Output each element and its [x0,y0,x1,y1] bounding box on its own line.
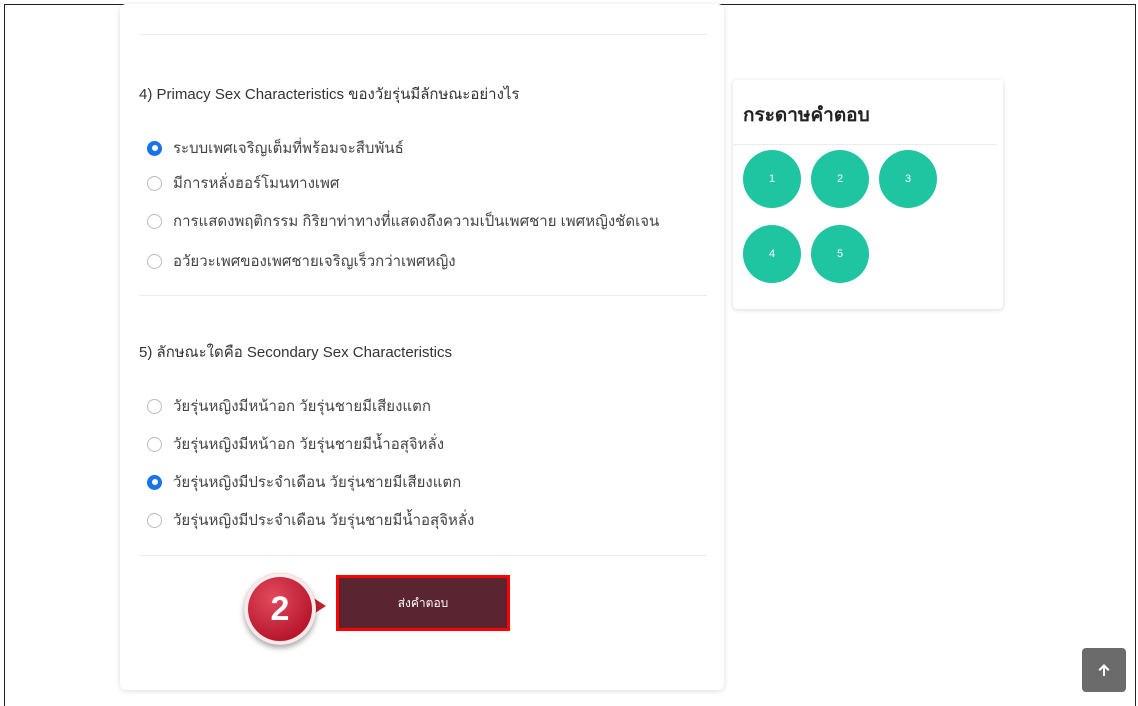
choice-label: วัยรุ่นหญิงมีประจำเดือน วัยรุ่นชายมีเสีย… [173,474,462,491]
radio-icon[interactable] [147,253,162,269]
answer-number-3[interactable]: 3 [879,150,937,208]
step-badge: 2 [244,573,316,645]
question-5-choice-4[interactable]: วัยรุ่นหญิงมีประจำเดือน วัยรุ่นชายมีน้ำอ… [147,508,474,532]
divider [139,34,707,35]
question-5-title: 5) ลักษณะใดคือ Secondary Sex Characteris… [139,344,453,361]
scroll-top-button[interactable] [1082,648,1126,692]
answer-sheet-title: กระดาษคำตอบ [743,105,870,126]
choice-label: มีการหลั่งฮอร์โมนทางเพศ [173,175,340,192]
radio-icon[interactable] [147,398,162,414]
question-5-choice-2[interactable]: วัยรุ่นหญิงมีหน้าอก วัยรุ่นชายมีน้ำอสุจิ… [147,432,444,456]
question-4-choice-3[interactable]: การแสดงพฤติกรรม กิริยาท่าทางที่แสดงถึงคว… [147,209,659,233]
choice-label: ระบบเพศเจริญเต็มที่พร้อมจะสืบพันธ์ [173,140,404,157]
question-4-choice-4[interactable]: อวัยวะเพศของเพศชายเจริญเร็วกว่าเพศหญิง [147,249,456,273]
divider [139,555,707,556]
answer-number-4[interactable]: 4 [743,225,801,283]
question-5-choice-1[interactable]: วัยรุ่นหญิงมีหน้าอก วัยรุ่นชายมีเสียงแตก [147,394,431,418]
question-5-choice-3[interactable]: วัยรุ่นหญิงมีประจำเดือน วัยรุ่นชายมีเสีย… [147,470,461,494]
arrow-up-icon [1098,664,1110,676]
divider [733,144,997,145]
choice-label: อวัยวะเพศของเพศชายเจริญเร็วกว่าเพศหญิง [173,253,456,270]
question-4-choice-2[interactable]: มีการหลั่งฮอร์โมนทางเพศ [147,171,339,195]
radio-icon[interactable] [147,512,162,528]
radio-checked-icon[interactable] [147,474,162,490]
question-4-title: 4) Primacy Sex Characteristics ของวัยรุ่… [139,86,520,103]
answer-number-1[interactable]: 1 [743,150,801,208]
choice-label: วัยรุ่นหญิงมีประจำเดือน วัยรุ่นชายมีน้ำอ… [173,512,475,529]
quiz-card: 4) Primacy Sex Characteristics ของวัยรุ่… [120,4,724,690]
answer-number-5[interactable]: 5 [811,225,869,283]
answer-sheet-card: กระดาษคำตอบ 1 2 3 4 5 [733,80,1003,309]
submit-button[interactable]: ส่งคำตอบ [336,575,510,631]
radio-icon[interactable] [147,213,162,229]
choice-label: วัยรุ่นหญิงมีหน้าอก วัยรุ่นชายมีเสียงแตก [173,398,431,415]
radio-checked-icon[interactable] [147,140,162,156]
choice-label: วัยรุ่นหญิงมีหน้าอก วัยรุ่นชายมีน้ำอสุจิ… [173,436,445,453]
question-4-choice-1[interactable]: ระบบเพศเจริญเต็มที่พร้อมจะสืบพันธ์ [147,136,404,160]
choice-label: การแสดงพฤติกรรม กิริยาท่าทางที่แสดงถึงคว… [173,213,660,230]
answer-number-2[interactable]: 2 [811,150,869,208]
radio-icon[interactable] [147,436,162,452]
radio-icon[interactable] [147,175,162,191]
divider [139,295,707,296]
